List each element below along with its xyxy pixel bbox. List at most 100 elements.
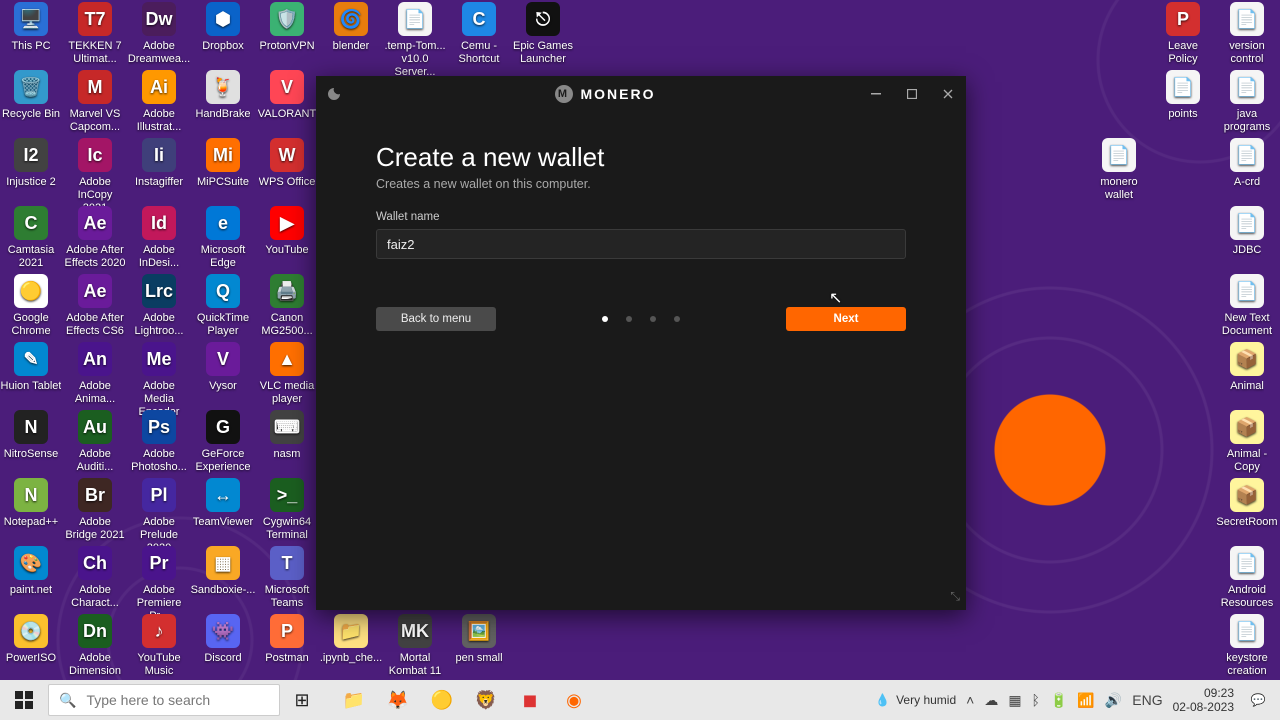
desktop-icon[interactable]: PrAdobe Premiere Pr... [128, 546, 190, 623]
desktop-icon[interactable]: PLeave Policy [1152, 2, 1214, 66]
desktop-icon[interactable]: eMicrosoft Edge [192, 206, 254, 270]
task-view-button[interactable]: ⊞ [280, 680, 324, 720]
desktop-icon[interactable]: 📁.ipynb_che... [320, 614, 382, 665]
tray-battery-icon[interactable]: 🔋 [1050, 692, 1067, 709]
desktop-icon[interactable]: LrcAdobe Lightroo... [128, 274, 190, 338]
desktop-icon[interactable]: TMicrosoft Teams [256, 546, 318, 610]
desktop-icon[interactable]: IiInstagiffer [128, 138, 190, 189]
weather-widget[interactable]: 💧 Very humid [875, 693, 956, 707]
desktop-icon[interactable]: 💿PowerISO [0, 614, 62, 665]
desktop-icon[interactable]: NNotepad++ [0, 478, 62, 529]
desktop-icon[interactable]: VVALORANT [256, 70, 318, 121]
minimize-button[interactable] [858, 76, 894, 112]
desktop-icon[interactable]: T7TEKKEN 7 Ultimat... [64, 2, 126, 66]
taskbar-monero[interactable]: ◉ [552, 680, 596, 720]
desktop-icon[interactable]: 🎨paint.net [0, 546, 62, 597]
desktop-icon[interactable]: 🌀blender [320, 2, 382, 53]
tray-meet-icon[interactable]: ▦ [1008, 692, 1021, 709]
taskbar-explorer[interactable]: 📁 [332, 680, 376, 720]
desktop-icon[interactable]: MKMortal Kombat 11 [384, 614, 446, 678]
desktop-icon[interactable]: 📄version control [1216, 2, 1278, 66]
desktop-icon[interactable]: ▶YouTube [256, 206, 318, 257]
taskbar-chrome[interactable]: 🟡 [420, 680, 464, 720]
desktop-icon[interactable]: MMarvel VS Capcom... [64, 70, 126, 134]
desktop-icon[interactable]: 🖥️This PC [0, 2, 62, 53]
desktop-icon[interactable]: 📄keystore creation [1216, 614, 1278, 678]
desktop-icon[interactable]: AiAdobe Illustrat... [128, 70, 190, 134]
desktop-icon[interactable]: I2Injustice 2 [0, 138, 62, 189]
desktop-icon[interactable]: ↔TeamViewer [192, 478, 254, 529]
desktop-icon[interactable]: 📄Android Resources [1216, 546, 1278, 610]
desktop-icon[interactable]: ♪YouTube Music [128, 614, 190, 678]
desktop-icon[interactable]: ChAdobe Charact... [64, 546, 126, 610]
tray-onedrive-icon[interactable]: ☁ [984, 692, 998, 709]
desktop-icon[interactable]: AeAdobe After Effects CS6 [64, 274, 126, 338]
close-button[interactable] [930, 76, 966, 112]
desktop-icon[interactable]: 🖨️Canon MG2500... [256, 274, 318, 338]
desktop-icon[interactable]: >_Cygwin64 Terminal [256, 478, 318, 542]
desktop-icon[interactable]: 📄.temp-Tom... v10.0 Server... [384, 2, 446, 79]
desktop-icon[interactable]: 🍹HandBrake [192, 70, 254, 121]
desktop-icon[interactable]: ⌨nasm [256, 410, 318, 461]
desktop-icon[interactable]: QQuickTime Player [192, 274, 254, 338]
next-button[interactable]: Next [786, 307, 906, 331]
maximize-button[interactable] [894, 76, 930, 112]
desktop-icon[interactable]: 📦Animal - Copy [1216, 410, 1278, 474]
tray-clock[interactable]: 09:23 02-08-2023 [1173, 686, 1234, 714]
start-button[interactable] [0, 680, 48, 720]
desktop-icon[interactable]: CCemu - Shortcut [448, 2, 510, 66]
desktop-icon[interactable]: 🛡️ProtonVPN [256, 2, 318, 53]
tray-language[interactable]: ENG [1132, 692, 1162, 708]
tray-volume-icon[interactable]: 🔊 [1105, 692, 1122, 709]
desktop-icon[interactable]: 🗑️Recycle Bin [0, 70, 62, 121]
taskbar-camtasia[interactable]: ◼ [508, 680, 552, 720]
icon-label: Cemu - Shortcut [448, 40, 510, 66]
back-button[interactable]: Back to menu [376, 307, 496, 331]
desktop-icon[interactable]: AeAdobe After Effects 2020 [64, 206, 126, 270]
desktop-icon[interactable]: ▲VLC media player [256, 342, 318, 406]
resize-handle[interactable]: ⤡ [950, 589, 960, 604]
desktop-icon[interactable]: 📄points [1152, 70, 1214, 121]
desktop-icon[interactable]: WWPS Office [256, 138, 318, 189]
desktop-icon[interactable]: 📦SecretRoom [1216, 478, 1278, 529]
desktop-icon[interactable]: DwAdobe Dreamwea... [128, 2, 190, 66]
desktop-icon[interactable]: NNitroSense [0, 410, 62, 461]
desktop-icon[interactable]: ⬢Dropbox [192, 2, 254, 53]
desktop-icon[interactable]: VVysor [192, 342, 254, 393]
desktop-icon[interactable]: 🖼️pen small [448, 614, 510, 665]
desktop-icon[interactable]: CCamtasia 2021 [0, 206, 62, 270]
tray-bluetooth-icon[interactable]: ᛒ [1032, 692, 1040, 708]
desktop-icon[interactable]: IdAdobe InDesi... [128, 206, 190, 270]
desktop-icon[interactable]: 📦Animal [1216, 342, 1278, 393]
desktop-icon[interactable]: 📄monero wallet [1088, 138, 1150, 202]
desktop-icon[interactable]: ▦Sandboxie-... [192, 546, 254, 597]
desktop-icon[interactable]: IcAdobe InCopy 2021 [64, 138, 126, 215]
system-tray: 💧 Very humid ˄ ☁ ▦ ᛒ 🔋 📶 🔊 ENG 09:23 02-… [875, 680, 1280, 720]
desktop-icon[interactable]: AuAdobe Auditi... [64, 410, 126, 474]
desktop-icon[interactable]: PPostman [256, 614, 318, 665]
desktop-icon[interactable]: 📄java programs [1216, 70, 1278, 134]
tray-overflow[interactable]: ˄ [966, 692, 974, 708]
wallet-name-input[interactable] [376, 229, 906, 259]
desktop-icon[interactable]: ⎋Epic Games Launcher [512, 2, 574, 66]
desktop-icon[interactable]: 🟡Google Chrome [0, 274, 62, 338]
desktop-icon[interactable]: PsAdobe Photosho... [128, 410, 190, 474]
desktop-icon[interactable]: 📄A-crd [1216, 138, 1278, 189]
desktop-icon[interactable]: ✎Huion Tablet [0, 342, 62, 393]
dark-mode-toggle[interactable] [316, 76, 352, 112]
desktop-icon[interactable]: 📄New Text Document [1216, 274, 1278, 338]
tray-wifi-icon[interactable]: 📶 [1077, 692, 1094, 709]
desktop-icon[interactable]: 👾Discord [192, 614, 254, 665]
desktop-icon[interactable]: 📄JDBC [1216, 206, 1278, 257]
desktop-icon[interactable]: DnAdobe Dimension [64, 614, 126, 678]
search-box[interactable]: 🔍 Type here to search [48, 684, 280, 716]
desktop-icon[interactable]: MiMiPCSuite [192, 138, 254, 189]
action-center-button[interactable]: 💬 [1244, 680, 1272, 720]
taskbar-firefox[interactable]: 🦊 [376, 680, 420, 720]
icon-label: Dropbox [202, 40, 244, 53]
desktop-icon[interactable]: PlAdobe Prelude 2020 [128, 478, 190, 555]
desktop-icon[interactable]: BrAdobe Bridge 2021 [64, 478, 126, 542]
taskbar-brave[interactable]: 🦁 [464, 680, 508, 720]
desktop-icon[interactable]: GGeForce Experience [192, 410, 254, 474]
desktop-icon[interactable]: AnAdobe Anima... [64, 342, 126, 406]
